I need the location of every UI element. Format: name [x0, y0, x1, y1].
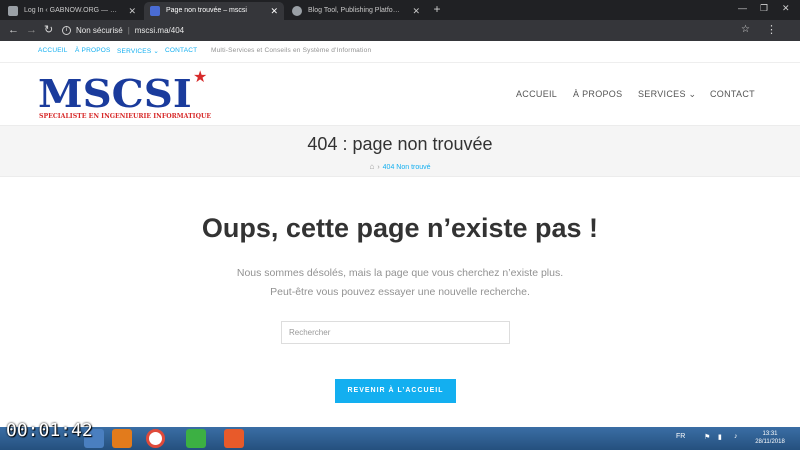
wordpress-favicon-icon — [8, 6, 18, 16]
site-topbar: ACCUEIL À PROPOS SERVICES ⌄ CONTACT Mult… — [0, 41, 800, 63]
tab-blog-tool[interactable]: Blog Tool, Publishing Platform, and CMS … — [286, 2, 426, 20]
topbar-link-services[interactable]: SERVICES ⌄ — [117, 47, 159, 55]
nav-item-accueil[interactable]: ACCUEIL — [516, 89, 557, 99]
close-icon[interactable]: ✕ — [270, 2, 278, 20]
clock-time: 13:31 — [762, 431, 778, 437]
camtasia-orange-icon[interactable] — [224, 429, 244, 448]
window-close-icon[interactable]: ✕ — [782, 3, 790, 14]
nav-item-contact[interactable]: CONTACT — [710, 89, 755, 99]
tab-login[interactable]: Log In ‹ GABNOW.ORG — WordPress ✕ — [2, 2, 142, 20]
topbar-link-a-propos[interactable]: À PROPOS — [75, 47, 111, 54]
breadcrumb-current: 404 Non trouvé — [382, 164, 431, 171]
info-icon[interactable]: i — [62, 26, 71, 36]
nav-item-services[interactable]: SERVICES ⌄ — [638, 89, 696, 100]
address-bar: ← → ↻ i Non sécurisé | mscsi.ma/404 ☆ ⋮ — [0, 20, 800, 41]
browser-menu-icon[interactable]: ⋮ — [766, 23, 777, 36]
wordpress-favicon-icon — [292, 6, 302, 16]
search-input[interactable]: Rechercher — [281, 321, 510, 344]
star-icon: ★ — [193, 69, 208, 86]
tab-title: Page non trouvée – mscsi — [166, 7, 247, 14]
topbar-link-accueil[interactable]: ACCUEIL — [38, 47, 68, 54]
site-logo[interactable]: MSCSI ★ SPECIALISTE EN INGENIEURIE INFOR… — [38, 69, 220, 123]
camtasia-green-icon[interactable] — [186, 429, 206, 448]
nav-item-a-propos[interactable]: À PROPOS — [573, 89, 622, 99]
divider: | — [127, 26, 130, 35]
tab-title: Blog Tool, Publishing Platform, and CMS — [308, 7, 402, 14]
error-line-1: Nous sommes désolés, mais la page que vo… — [236, 267, 564, 279]
logo-subtitle: SPECIALISTE EN INGENIEURIE INFORMATIQUE — [39, 113, 212, 120]
url-text: mscsi.ma/404 — [134, 26, 185, 35]
home-icon[interactable]: ⌂ — [369, 162, 374, 171]
logo-wordmark: MSCSI — [38, 71, 192, 116]
page-title: 404 : page non trouvée — [307, 134, 493, 154]
bookmark-star-icon[interactable]: ☆ — [741, 24, 750, 35]
clock-date: 28/11/2018 — [755, 439, 785, 445]
topbar-link-contact[interactable]: CONTACT — [165, 47, 197, 54]
volume-icon[interactable]: ♪ — [734, 433, 738, 440]
forward-arrow-icon[interactable]: → — [26, 23, 37, 37]
error-line-2: Peut-être vous pouvez essayer une nouvel… — [270, 286, 530, 298]
error-heading: Oups, cette page n’existe pas ! — [201, 213, 599, 243]
new-tab-button[interactable]: + — [430, 3, 444, 17]
breadcrumb: ⌂ › 404 Non trouvé — [0, 162, 800, 171]
flag-icon[interactable]: ⚑ — [704, 433, 710, 441]
windows-taskbar: FR ⚑ ▮ ♪ 13:31 28/11/2018 — [0, 427, 800, 450]
network-icon[interactable]: ▮ — [718, 433, 722, 441]
reload-icon[interactable]: ↻ — [44, 23, 53, 37]
close-icon[interactable]: ✕ — [412, 2, 420, 20]
page-header: 404 : page non trouvée ⌂ › 404 Non trouvé — [0, 125, 800, 177]
error-message: Nous sommes désolés, mais la page que vo… — [0, 264, 800, 302]
chrome-icon[interactable] — [146, 429, 165, 448]
back-home-button[interactable]: REVENIR À L’ACCUEIL — [335, 379, 456, 403]
system-clock[interactable]: 13:31 28/11/2018 — [750, 430, 790, 446]
close-icon[interactable]: ✕ — [128, 2, 136, 20]
minimize-icon[interactable]: — — [738, 3, 747, 13]
site-tagline: Multi-Services et Conseils en Système d'… — [211, 47, 372, 54]
tab-title: Log In ‹ GABNOW.ORG — WordPress — [24, 7, 118, 14]
browser-tab-strip: Log In ‹ GABNOW.ORG — WordPress ✕ Page n… — [0, 0, 800, 20]
maximize-icon[interactable]: ❐ — [760, 3, 768, 14]
media-player-icon[interactable] — [112, 429, 132, 448]
security-label: Non sécurisé — [76, 26, 123, 35]
site-favicon-icon — [150, 6, 160, 16]
back-arrow-icon[interactable]: ← — [8, 23, 19, 37]
recording-timer: 00:01:42 — [6, 420, 93, 441]
error-content: Oups, cette page n’existe pas ! Nous som… — [0, 177, 800, 427]
breadcrumb-separator: › — [377, 164, 380, 171]
language-indicator[interactable]: FR — [676, 433, 685, 440]
tab-page-not-found[interactable]: Page non trouvée – mscsi ✕ — [144, 2, 284, 20]
url-field[interactable]: i Non sécurisé | mscsi.ma/404 — [62, 23, 757, 38]
site-header: MSCSI ★ SPECIALISTE EN INGENIEURIE INFOR… — [0, 63, 800, 125]
